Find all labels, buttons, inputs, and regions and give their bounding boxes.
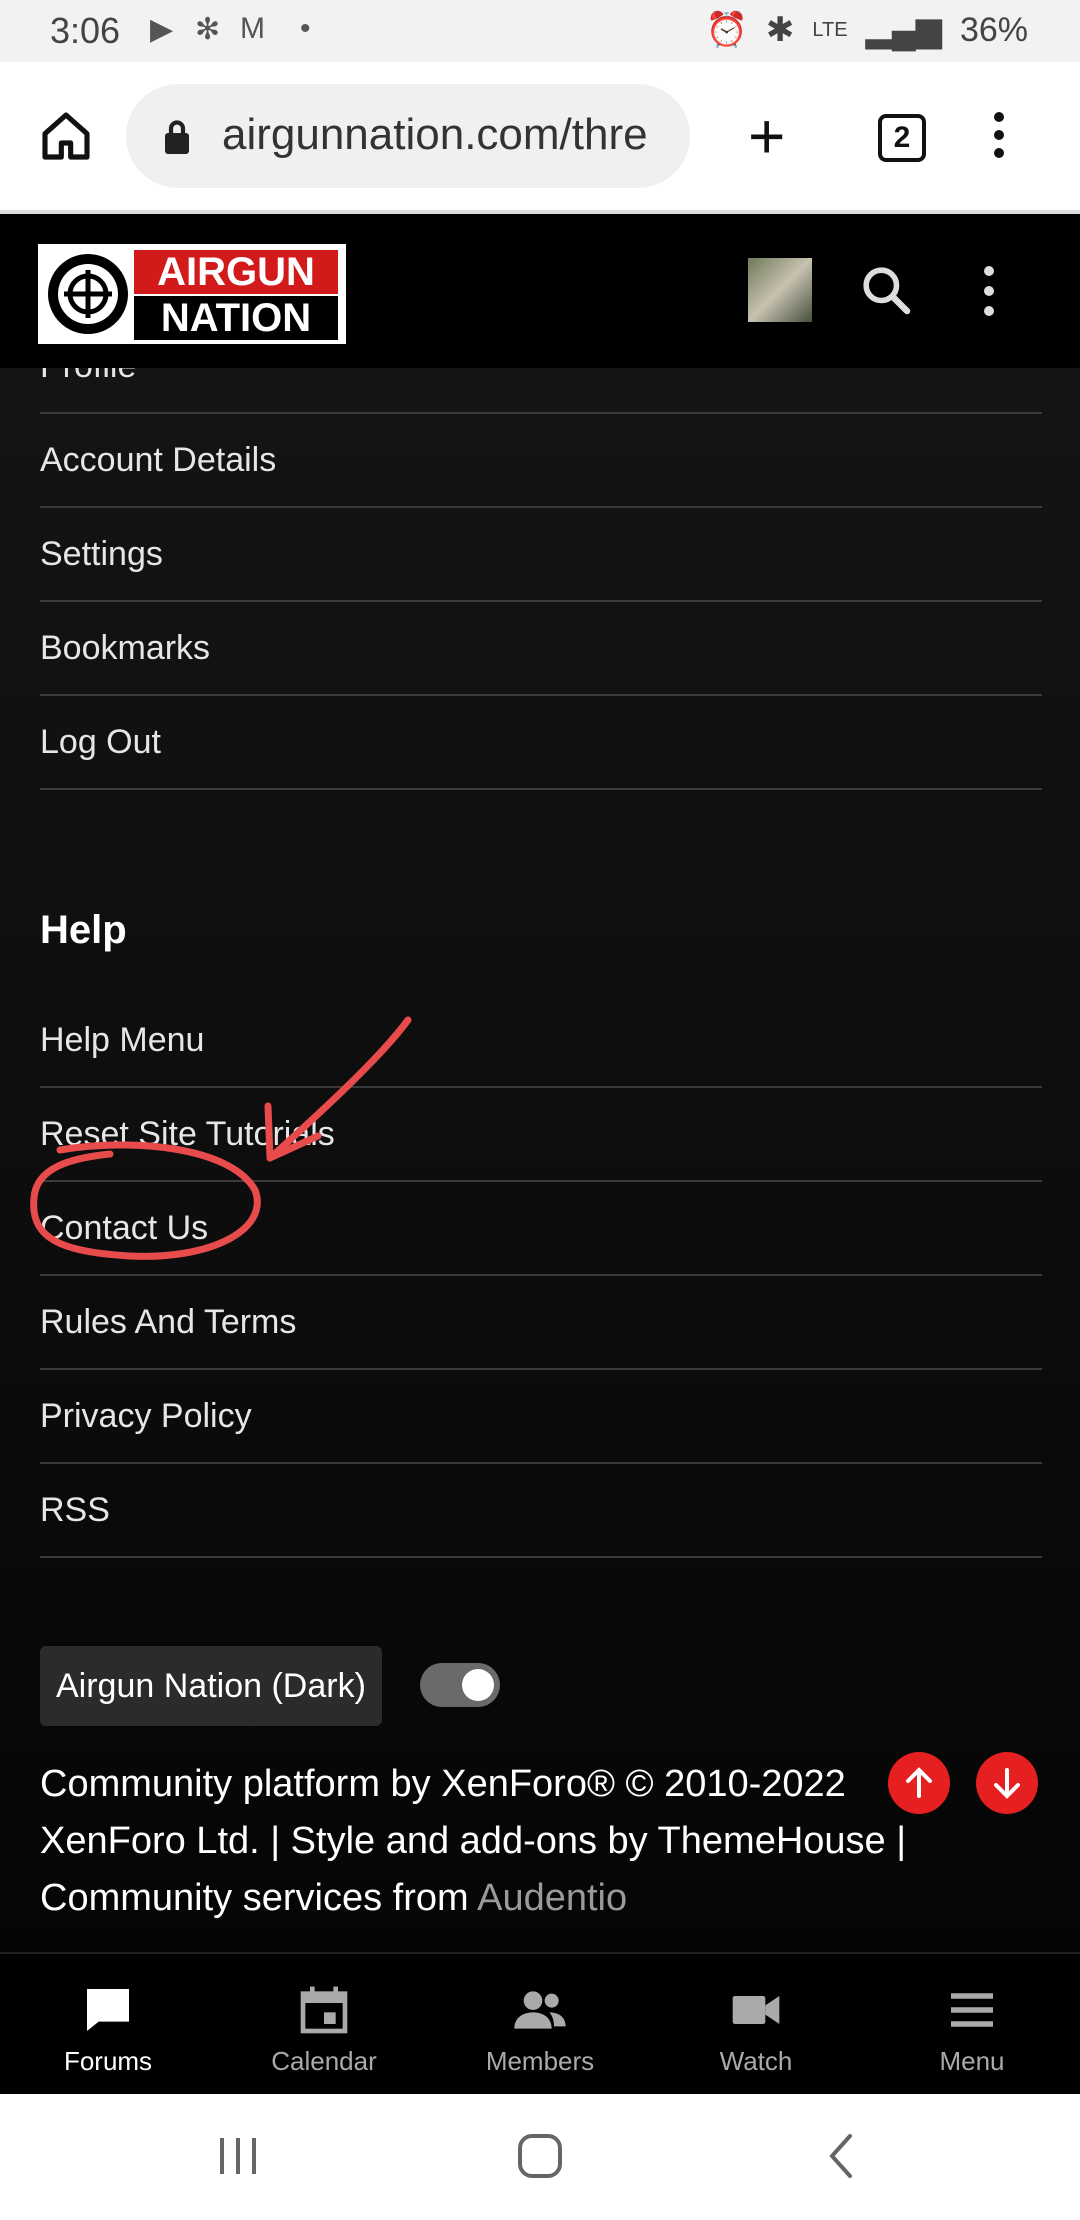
nav-watch-label: Watch [719, 2046, 793, 2076]
status-bar: 3:06 ▶ ✻ M • ⏰ ✱ LTE ▂▄▆ 36% [0, 0, 1080, 62]
calendar-icon [300, 1986, 348, 2034]
scroll-up-button[interactable] [888, 1752, 950, 1814]
arrow-down-icon [994, 1768, 1020, 1799]
audentio-link[interactable]: Audentio [477, 1877, 627, 1919]
chat-bubble-icon [87, 1989, 129, 2031]
scroll-down-button[interactable] [976, 1752, 1038, 1814]
crosshair-icon [48, 254, 128, 334]
dot-icon: • [300, 12, 311, 45]
search-icon[interactable] [858, 262, 914, 318]
nav-members-label: Members [485, 2046, 595, 2076]
bluetooth-icon: ✱ [765, 11, 795, 49]
address-bar[interactable]: airgunnation.com/thre [126, 84, 690, 188]
alarm-icon: ⏰ [705, 11, 748, 49]
nav-members[interactable]: Members [432, 1954, 648, 2096]
theme-toggle[interactable] [420, 1663, 500, 1707]
url-text: airgunnation.com/thre [222, 110, 648, 159]
status-right: ⏰ ✱ LTE ▂▄▆ 36% [706, 10, 1029, 50]
status-time: 3:06 [50, 10, 121, 51]
nav-menu-label: Menu [939, 2046, 1005, 2076]
people-icon [514, 1991, 566, 2029]
video-camera-icon [732, 1996, 780, 2024]
nav-watch[interactable]: Watch [648, 1954, 864, 2096]
hamburger-icon [951, 1993, 993, 2027]
back-icon[interactable] [818, 2128, 866, 2184]
browser-toolbar: airgunnation.com/thre + 2 [0, 62, 1080, 210]
battery-percent: 36% [959, 10, 1028, 49]
site-logo[interactable]: AIRGUN NATION [38, 244, 346, 344]
nav-forums-label: Forums [63, 2046, 153, 2076]
nav-forums[interactable]: Forums [0, 1954, 216, 2096]
tab-switcher-button[interactable]: 2 [878, 114, 926, 162]
system-navigation [0, 2094, 1080, 2220]
new-tab-icon[interactable]: + [748, 104, 785, 168]
recents-icon[interactable] [214, 2128, 262, 2184]
arrow-up-icon [906, 1767, 932, 1798]
bottom-navigation: Forums Calendar Members Watch Menu [0, 1952, 1080, 2096]
more-menu-icon[interactable] [984, 266, 994, 326]
footer-line-2: XenForo Ltd. | Style and add-ons by Them… [40, 1820, 907, 1862]
home-icon[interactable] [38, 108, 94, 164]
logo-nation: NATION [134, 296, 338, 340]
logo-airgun: AIRGUN [134, 250, 338, 294]
site-header: AIRGUN NATION [0, 210, 1080, 372]
footer-line-3-text: Community services from [40, 1877, 469, 1919]
network-type: LTE [812, 18, 848, 41]
footer-line-3: Community services from Audentio [40, 1870, 1040, 1927]
nav-calendar[interactable]: Calendar [216, 1954, 432, 2096]
browser-menu-icon[interactable] [994, 112, 1004, 166]
theme-selector[interactable]: Airgun Nation (Dark) [40, 1646, 382, 1726]
home-nav-icon[interactable] [514, 2128, 566, 2184]
play-icon: ▶ [150, 13, 174, 46]
fan-icon: ✻ [195, 13, 221, 46]
avatar[interactable] [748, 258, 812, 322]
nav-menu[interactable]: Menu [864, 1954, 1080, 2096]
lock-icon [165, 120, 189, 154]
signal-icon: ▂▄▆ [865, 11, 942, 49]
gmail-icon: M [240, 12, 265, 45]
menu-panel: Profile Account Details Settings Bookmar… [0, 368, 1080, 1952]
nav-calendar-label: Calendar [271, 2046, 377, 2076]
